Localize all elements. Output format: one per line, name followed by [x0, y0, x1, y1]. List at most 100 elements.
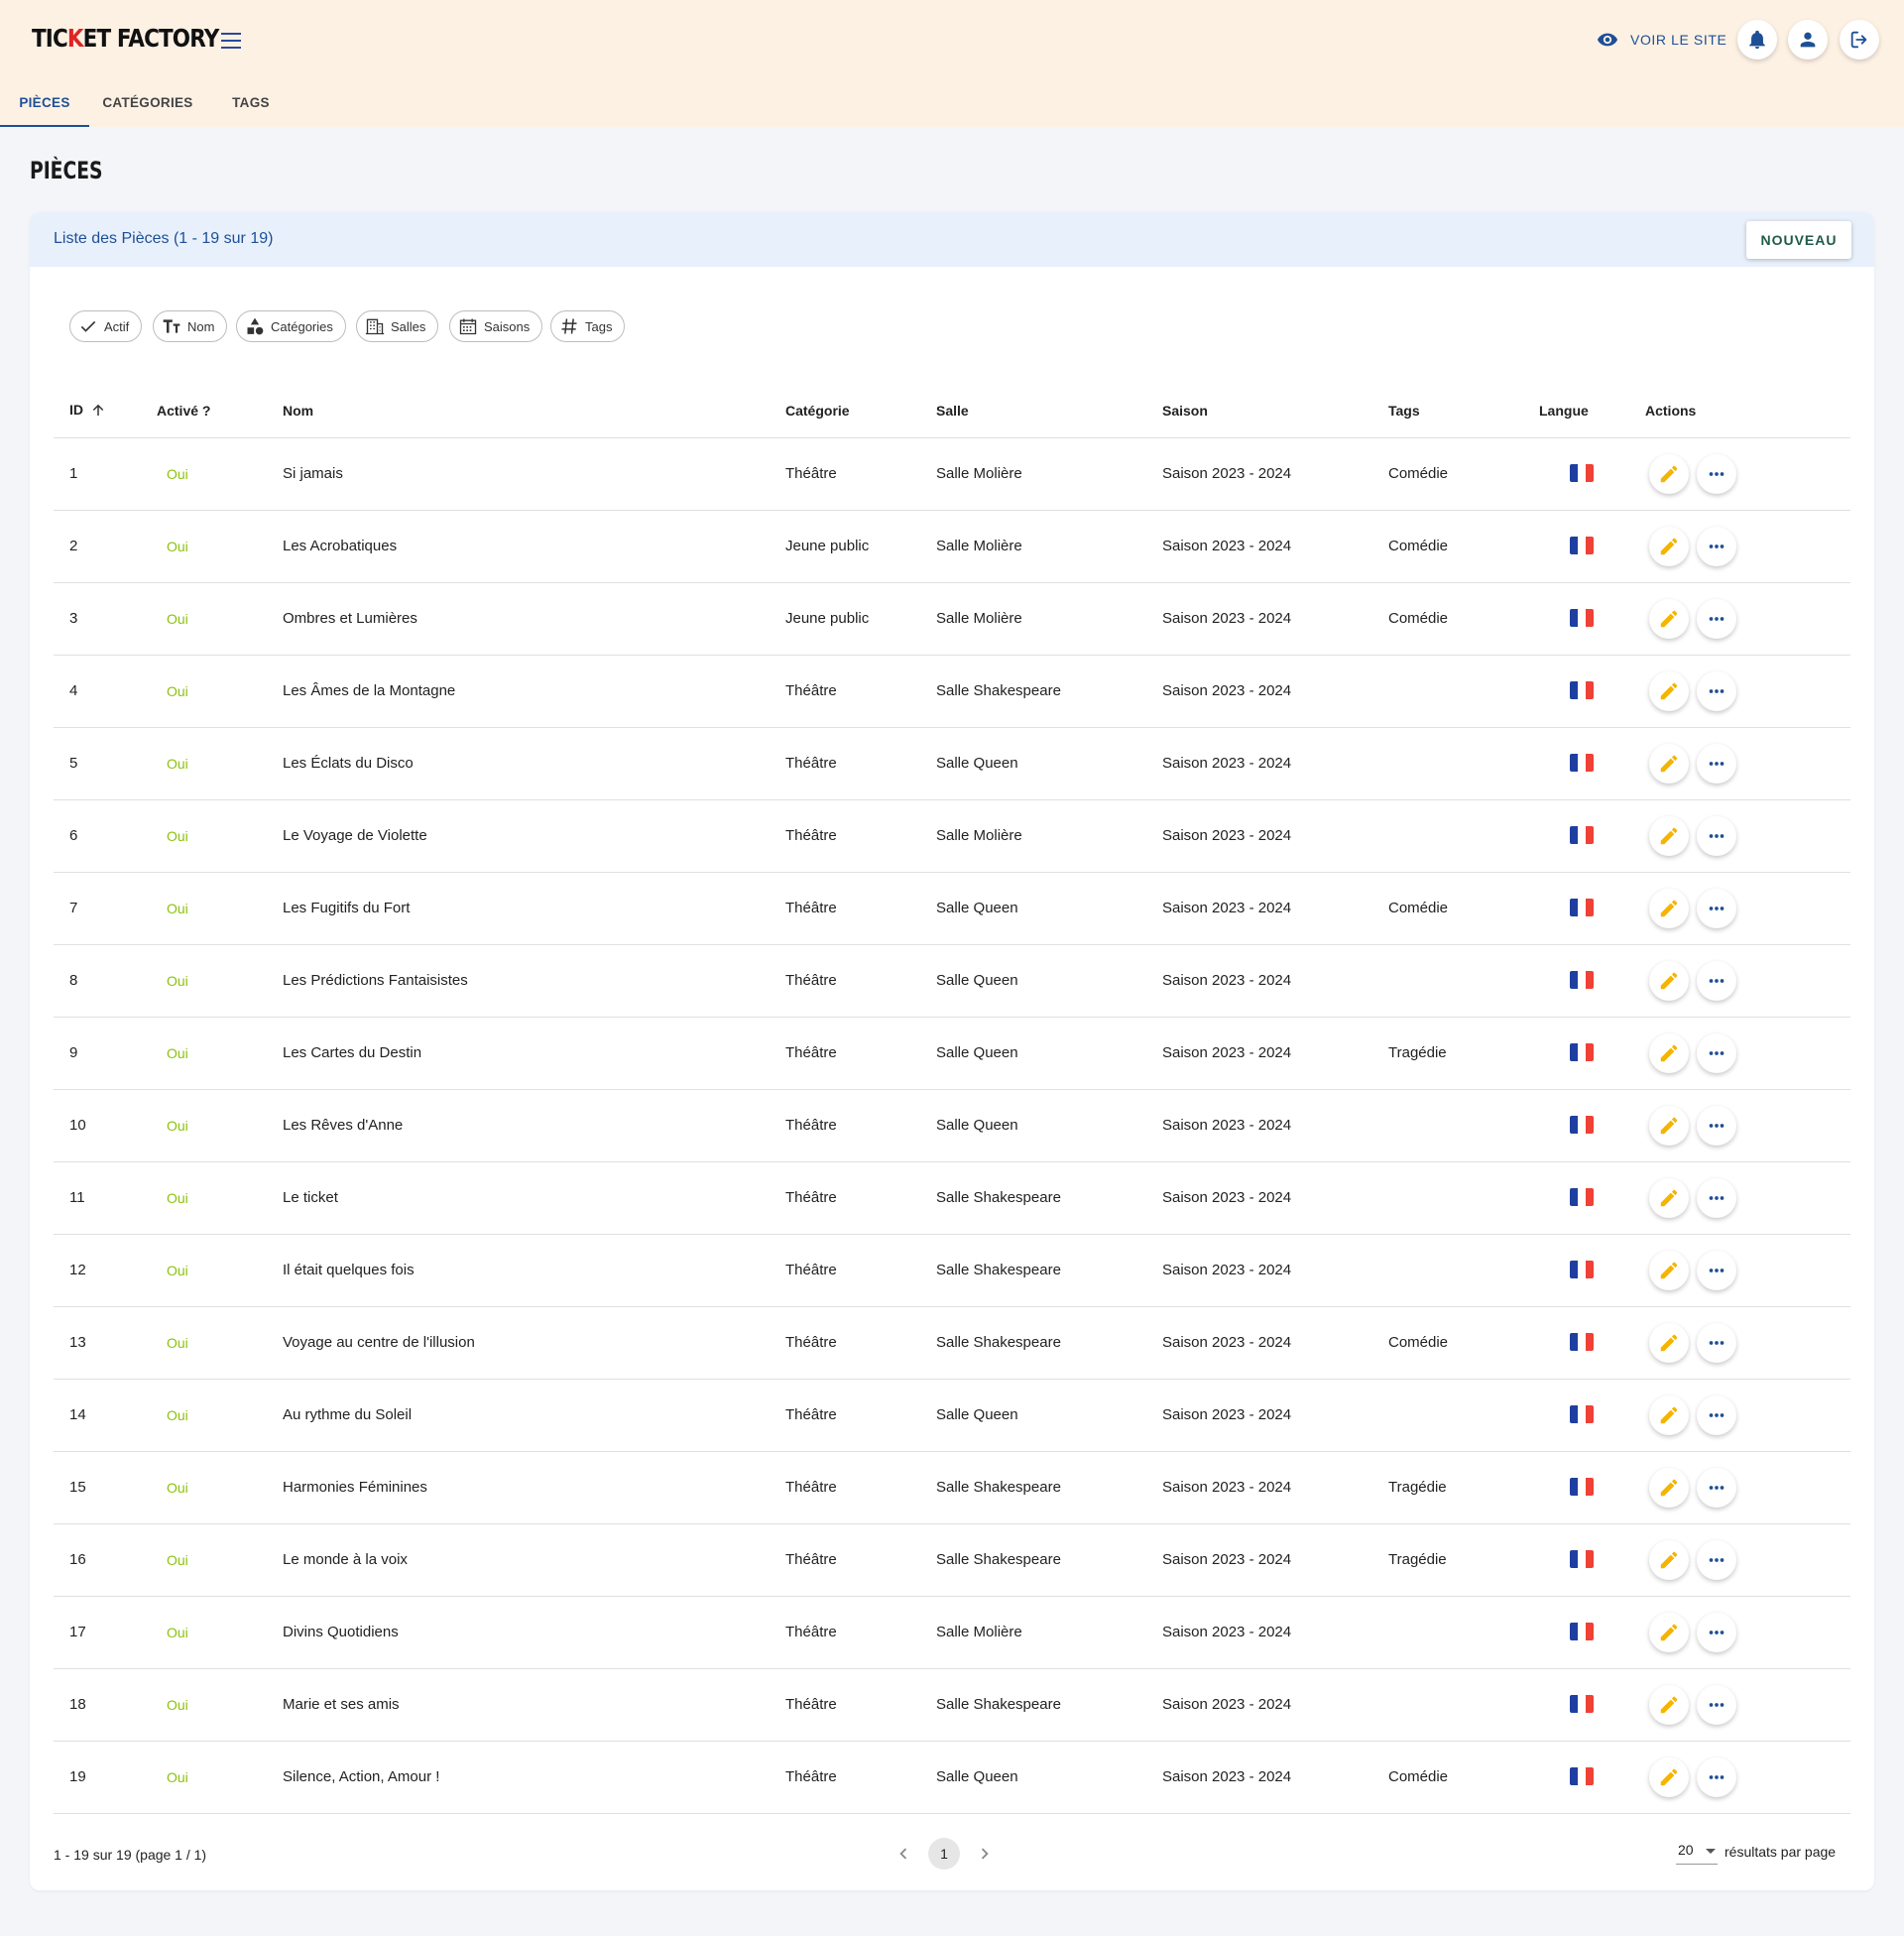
edit-button[interactable] — [1649, 1540, 1689, 1580]
more-actions-button[interactable] — [1697, 1178, 1736, 1218]
edit-button[interactable] — [1649, 1178, 1689, 1218]
table-row[interactable]: 2 Oui Les Acrobatiques Jeune public Sall… — [54, 511, 1850, 583]
more-actions-button[interactable] — [1697, 1251, 1736, 1290]
france-flag-icon — [1570, 1623, 1594, 1640]
more-actions-button[interactable] — [1697, 1395, 1736, 1435]
edit-button[interactable] — [1649, 816, 1689, 856]
table-row[interactable]: 8 Oui Les Prédictions Fantaisistes Théât… — [54, 945, 1850, 1018]
cell-season: Saison 2023 - 2024 — [1162, 1624, 1292, 1640]
list-title: Liste des Pièces (1 - 19 sur 19) — [54, 230, 274, 247]
more-actions-button[interactable] — [1697, 1757, 1736, 1797]
filter-chip-nom[interactable]: Nom — [153, 310, 228, 342]
table-row[interactable]: 12 Oui Il était quelques fois Théâtre Sa… — [54, 1235, 1850, 1307]
per-page-select[interactable]: 20 — [1676, 1835, 1718, 1865]
filter-chip-actif[interactable]: Actif — [69, 310, 143, 342]
table-row[interactable]: 14 Oui Au rythme du Soleil Théâtre Salle… — [54, 1380, 1850, 1452]
cell-active: Oui — [167, 683, 188, 699]
edit-button[interactable] — [1649, 1468, 1689, 1508]
column-header-active[interactable]: Activé ? — [157, 403, 210, 419]
menu-icon[interactable] — [216, 26, 246, 54]
table-row[interactable]: 1 Oui Si jamais Théâtre Salle Molière Sa… — [54, 438, 1850, 511]
more-actions-button[interactable] — [1697, 1685, 1736, 1725]
edit-button[interactable] — [1649, 961, 1689, 1001]
column-header-name[interactable]: Nom — [283, 403, 313, 419]
edit-button[interactable] — [1649, 599, 1689, 639]
cell-name: Le ticket — [283, 1189, 338, 1206]
chevron-left-icon[interactable] — [892, 1843, 914, 1865]
more-actions-button[interactable] — [1697, 671, 1736, 711]
notifications-button[interactable] — [1737, 20, 1777, 60]
table-row[interactable]: 3 Oui Ombres et Lumières Jeune public Sa… — [54, 583, 1850, 656]
edit-button[interactable] — [1649, 671, 1689, 711]
account-button[interactable] — [1788, 20, 1828, 60]
cell-tags: Tragédie — [1388, 1479, 1447, 1496]
more-actions-button[interactable] — [1697, 1468, 1736, 1508]
cell-tags: Comédie — [1388, 900, 1449, 916]
edit-button[interactable] — [1649, 527, 1689, 566]
table-row[interactable]: 13 Oui Voyage au centre de l'illusion Th… — [54, 1307, 1850, 1380]
edit-button[interactable] — [1649, 1395, 1689, 1435]
new-piece-button[interactable]: NOUVEAU — [1746, 221, 1851, 259]
table-row[interactable]: 19 Oui Silence, Action, Amour ! Théâtre … — [54, 1742, 1850, 1814]
more-actions-button[interactable] — [1697, 1106, 1736, 1146]
column-header-category[interactable]: Catégorie — [785, 403, 850, 419]
more-actions-button[interactable] — [1697, 816, 1736, 856]
more-horizontal-icon — [1709, 1124, 1725, 1128]
more-actions-button[interactable] — [1697, 961, 1736, 1001]
more-actions-button[interactable] — [1697, 889, 1736, 928]
tab-categories[interactable]: CATÉGORIES — [95, 79, 200, 127]
more-actions-button[interactable] — [1697, 1540, 1736, 1580]
column-header-tags[interactable]: Tags — [1388, 403, 1420, 419]
table-row[interactable]: 5 Oui Les Éclats du Disco Théâtre Salle … — [54, 728, 1850, 800]
edit-button[interactable] — [1649, 1323, 1689, 1363]
logout-button[interactable] — [1840, 20, 1879, 60]
cell-category: Théâtre — [785, 1624, 837, 1640]
app-logo[interactable]: TICKET FACTORY — [32, 24, 219, 53]
filter-chip-saisons[interactable]: Saisons — [449, 310, 543, 342]
column-header-room[interactable]: Salle — [936, 403, 969, 419]
edit-button[interactable] — [1649, 1685, 1689, 1725]
more-actions-button[interactable] — [1697, 599, 1736, 639]
voir-site-link[interactable]: VOIR LE SITE — [1597, 26, 1726, 54]
more-actions-button[interactable] — [1697, 1613, 1736, 1652]
tab-tags[interactable]: TAGS — [220, 79, 282, 127]
edit-button[interactable] — [1649, 454, 1689, 494]
table-row[interactable]: 16 Oui Le monde à la voix Théâtre Salle … — [54, 1524, 1850, 1597]
filter-chip-salles[interactable]: Salles — [356, 310, 439, 342]
table-row[interactable]: 10 Oui Les Rêves d'Anne Théâtre Salle Qu… — [54, 1090, 1850, 1162]
more-actions-button[interactable] — [1697, 1323, 1736, 1363]
table-row[interactable]: 4 Oui Les Âmes de la Montagne Théâtre Sa… — [54, 656, 1850, 728]
column-header-language[interactable]: Langue — [1539, 403, 1589, 419]
edit-button[interactable] — [1649, 1033, 1689, 1073]
edit-button[interactable] — [1649, 1757, 1689, 1797]
pencil-icon — [1660, 755, 1678, 773]
more-actions-button[interactable] — [1697, 527, 1736, 566]
filter-chip-categories[interactable]: Catégories — [236, 310, 346, 342]
cell-active: Oui — [167, 756, 188, 772]
france-flag-icon — [1570, 537, 1594, 554]
edit-button[interactable] — [1649, 1613, 1689, 1652]
edit-button[interactable] — [1649, 1251, 1689, 1290]
table-row[interactable]: 9 Oui Les Cartes du Destin Théâtre Salle… — [54, 1018, 1850, 1090]
table-row[interactable]: 11 Oui Le ticket Théâtre Salle Shakespea… — [54, 1162, 1850, 1235]
table-row[interactable]: 6 Oui Le Voyage de Violette Théâtre Sall… — [54, 800, 1850, 873]
edit-button[interactable] — [1649, 1106, 1689, 1146]
cell-id: 10 — [69, 1117, 86, 1134]
more-actions-button[interactable] — [1697, 744, 1736, 784]
more-actions-button[interactable] — [1697, 454, 1736, 494]
more-actions-button[interactable] — [1697, 1033, 1736, 1073]
column-header-id[interactable]: ID — [69, 401, 107, 419]
table-row[interactable]: 17 Oui Divins Quotidiens Théâtre Salle M… — [54, 1597, 1850, 1669]
edit-button[interactable] — [1649, 744, 1689, 784]
table-row[interactable]: 15 Oui Harmonies Féminines Théâtre Salle… — [54, 1452, 1850, 1524]
column-header-season[interactable]: Saison — [1162, 403, 1208, 419]
filter-chip-tags[interactable]: Tags — [550, 310, 626, 342]
edit-button[interactable] — [1649, 889, 1689, 928]
cell-category: Théâtre — [785, 682, 837, 699]
table-row[interactable]: 18 Oui Marie et ses amis Théâtre Salle S… — [54, 1669, 1850, 1742]
cell-room: Salle Queen — [936, 755, 1018, 772]
page-button[interactable]: 1 — [928, 1838, 960, 1870]
tab-pieces[interactable]: PIÈCES — [0, 79, 89, 127]
chevron-right-icon[interactable] — [974, 1843, 996, 1865]
table-row[interactable]: 7 Oui Les Fugitifs du Fort Théâtre Salle… — [54, 873, 1850, 945]
